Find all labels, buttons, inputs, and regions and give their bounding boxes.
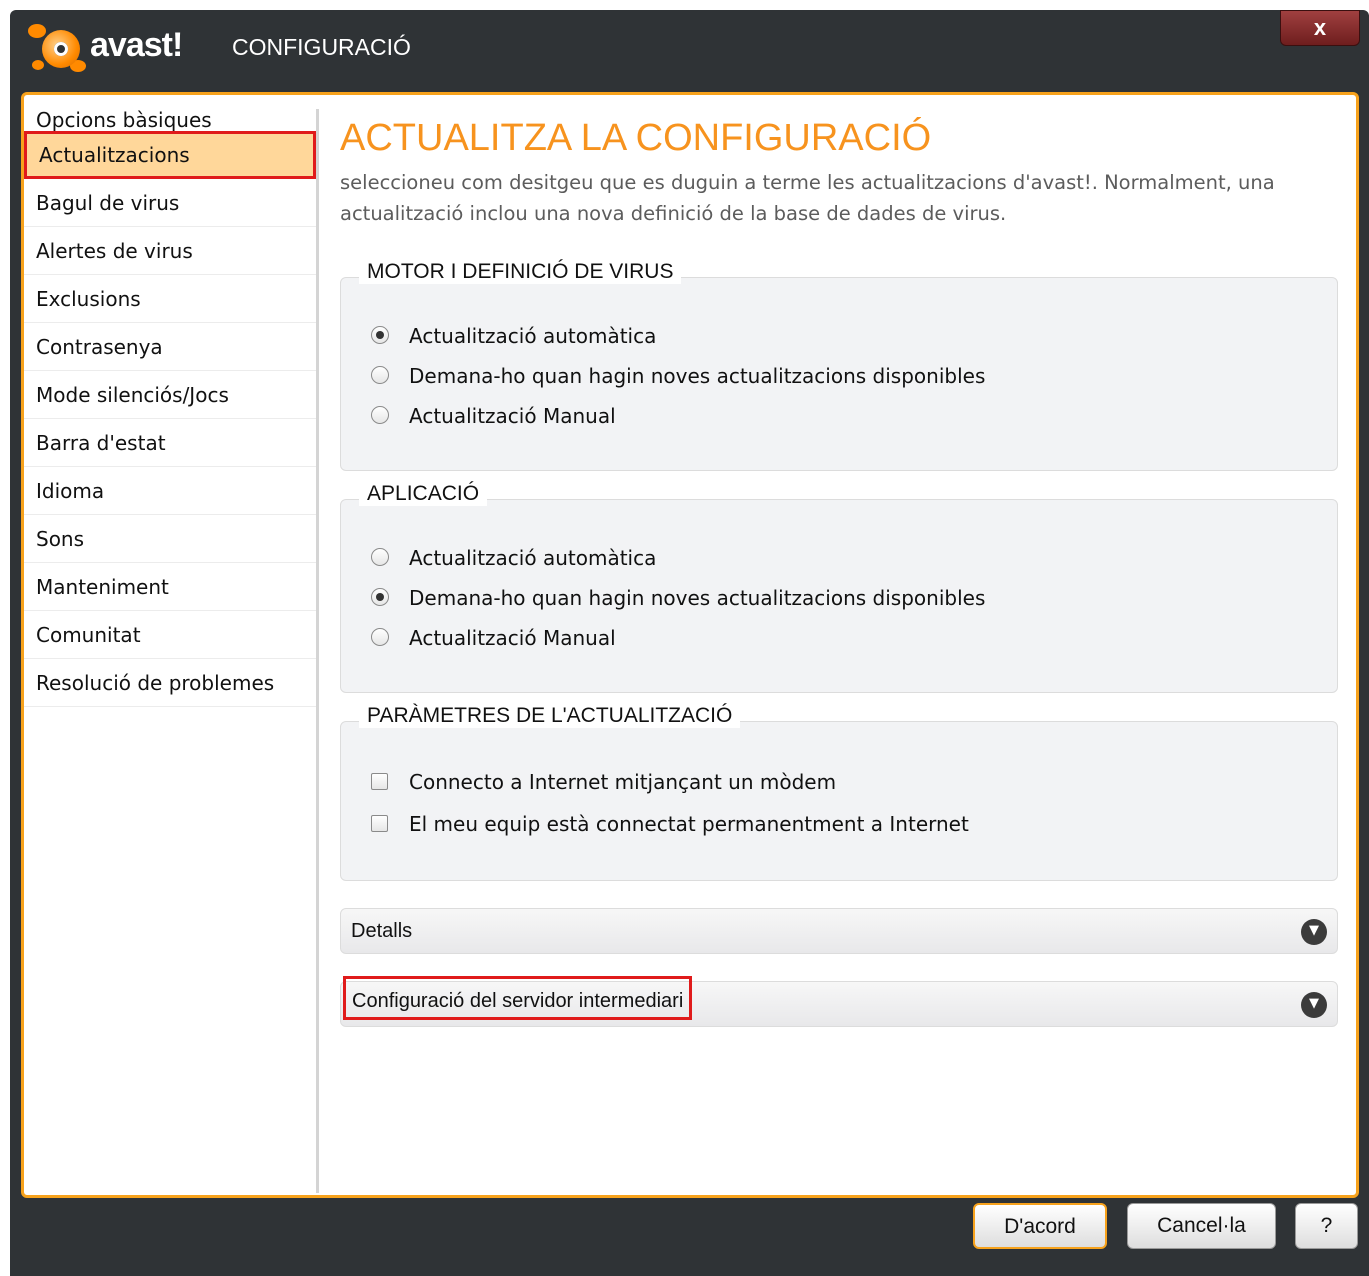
checkbox-icon[interactable] [371,773,388,790]
sidebar-item-label: Barra d'estat [36,431,166,455]
logo-blob [28,24,46,38]
sidebar-item-bagul-de-virus[interactable]: Bagul de virus [24,179,316,227]
sidebar-item-exclusions[interactable]: Exclusions [24,275,316,323]
help-button[interactable]: ? [1295,1203,1358,1249]
page-title: ACTUALITZA LA CONFIGURACIÓ [340,117,932,159]
sidebar-item-label: Mode silenciós/Jocs [36,383,229,407]
sidebar-item-label: Contrasenya [36,335,163,359]
radio-label: Actualització automàtica [409,546,657,570]
logo-blob [32,60,44,70]
window-title: CONFIGURACIÓ [232,34,411,60]
close-button[interactable]: x [1280,10,1360,46]
sidebar-item-resolucio-de-problemes[interactable]: Resolució de problemes [24,659,316,707]
close-icon: x [1313,15,1327,40]
section-label: Configuració del servidor intermediari [343,976,693,1020]
radio-label: Actualització automàtica [409,324,657,348]
sidebar-item-idioma[interactable]: Idioma [24,467,316,515]
radio-checked-icon[interactable] [371,326,389,344]
sidebar-item-label: Bagul de virus [36,191,180,215]
sidebar-item-label: Idioma [36,479,105,503]
group-aplicacio: APLICACIÓ Actualització automàtica Deman… [340,482,1338,693]
group-legend: APLICACIÓ [359,482,488,506]
sidebar-item-label: Actualitzacions [39,143,190,167]
group-parametres-actualitzacio: PARÀMETRES DE L'ACTUALITZACIÓ Connecto a… [340,704,1338,881]
sidebar-item-label: Manteniment [36,575,169,599]
section-label: Detalls [351,920,413,942]
title-bar: avast! CONFIGURACIÓ x [10,10,1369,92]
sidebar-item-comunitat[interactable]: Comunitat [24,611,316,659]
group-motor-definicio-virus: MOTOR I DEFINICIÓ DE VIRUS Actualització… [340,260,1338,471]
radio-checked-icon[interactable] [371,588,389,606]
cancel-button[interactable]: Cancel·la [1127,1203,1276,1249]
main-panel: ACTUALITZA LA CONFIGURACIÓ seleccioneu c… [340,95,1340,1195]
radio-unchecked-icon[interactable] [371,406,389,424]
sidebar-item-label: Alertes de virus [36,239,193,263]
radio-unchecked-icon[interactable] [371,628,389,646]
radio-label: Demana-ho quan hagin noves actualitzacio… [409,364,986,388]
sidebar-divider [316,109,319,1193]
sidebar-item-label: Sons [36,527,85,551]
sidebar-item-mode-silencios[interactable]: Mode silenciós/Jocs [24,371,316,419]
group-legend: MOTOR I DEFINICIÓ DE VIRUS [359,260,682,284]
radio-unchecked-icon[interactable] [371,366,389,384]
sidebar-item-label: Comunitat [36,623,141,647]
sidebar: Opcions bàsiques Actualitzacions Bagul d… [24,95,316,1195]
section-servidor-intermediari[interactable]: Configuració del servidor intermediari ▼ [340,976,1338,1027]
checkbox-label: El meu equip està connectat permanentmen… [409,812,969,836]
settings-window: avast! CONFIGURACIÓ x Opcions bàsiques A… [10,10,1369,1276]
page-description: seleccioneu com desitgeu que es duguin a… [340,171,1275,225]
radio-label: Actualització Manual [409,626,616,650]
sidebar-item-sons[interactable]: Sons [24,515,316,563]
checkbox-icon[interactable] [371,815,388,832]
sidebar-item-actualitzacions[interactable]: Actualitzacions [24,131,316,179]
radio-label: Demana-ho quan hagin noves actualitzacio… [409,586,986,610]
ok-button[interactable]: D'acord [973,1203,1107,1249]
sidebar-item-opcions-basiques[interactable]: Opcions bàsiques [24,95,316,133]
section-detalls[interactable]: Detalls ▼ [340,908,1338,954]
sidebar-item-barra-destat[interactable]: Barra d'estat [24,419,316,467]
sidebar-item-alertes-de-virus[interactable]: Alertes de virus [24,227,316,275]
radio-label: Actualització Manual [409,404,616,428]
sidebar-item-label: Resolució de problemes [36,671,275,695]
content-panel: Opcions bàsiques Actualitzacions Bagul d… [21,92,1359,1198]
chevron-down-icon[interactable]: ▼ [1301,992,1327,1018]
group-legend: PARÀMETRES DE L'ACTUALITZACIÓ [359,704,741,728]
checkbox-label: Connecto a Internet mitjançant un mòdem [409,770,837,794]
sidebar-item-manteniment[interactable]: Manteniment [24,563,316,611]
sidebar-item-label: Opcions bàsiques [36,108,212,132]
logo-text: avast! [90,26,183,64]
radio-unchecked-icon[interactable] [371,548,389,566]
avast-logo: avast! [28,20,218,76]
chevron-down-icon[interactable]: ▼ [1301,919,1327,945]
sidebar-item-label: Exclusions [36,287,141,311]
sidebar-item-contrasenya[interactable]: Contrasenya [24,323,316,371]
logo-ball-icon [42,30,80,68]
